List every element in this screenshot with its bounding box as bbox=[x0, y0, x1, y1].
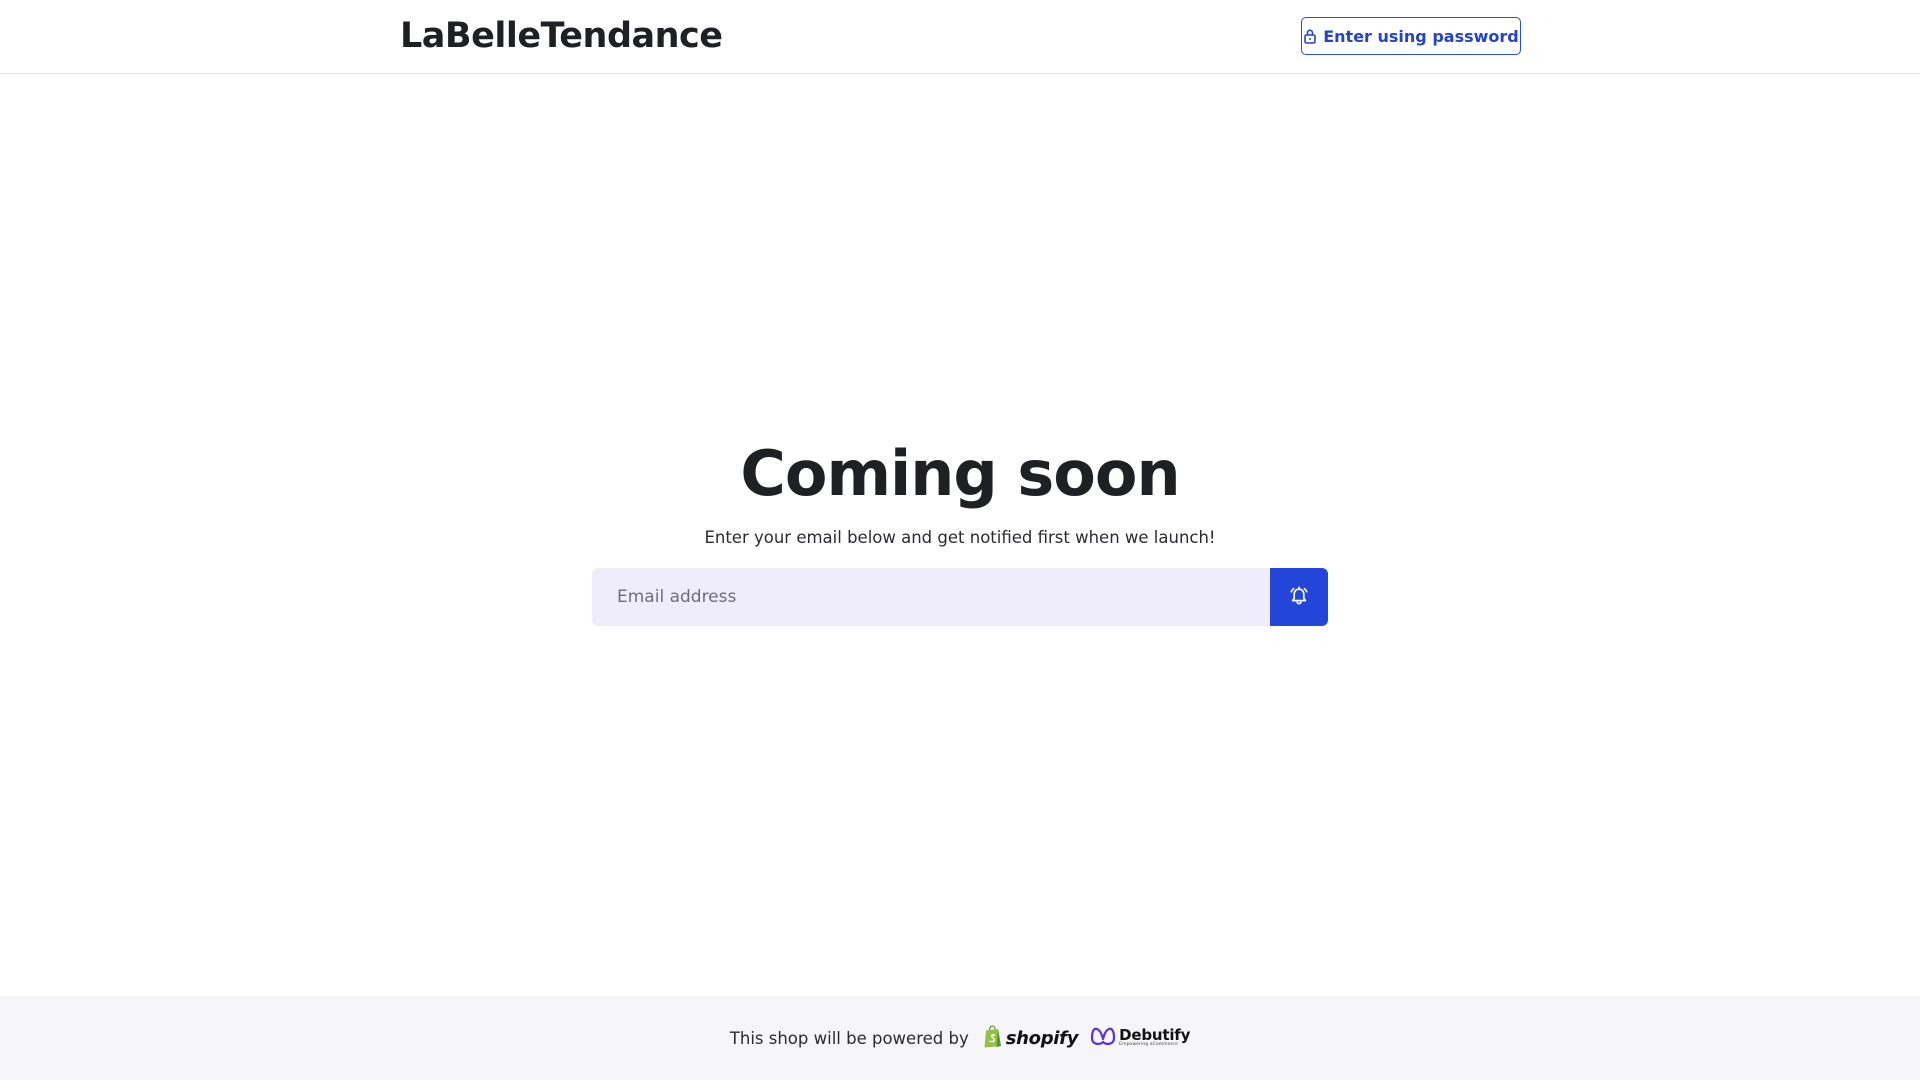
debutify-wordmark: Debutify bbox=[1119, 1026, 1191, 1045]
debutify-butterfly-icon bbox=[1090, 1026, 1116, 1050]
enter-using-password-label: Enter using password bbox=[1323, 26, 1519, 46]
email-input[interactable] bbox=[592, 568, 1270, 626]
debutify-tagline: Empowering eCommerce bbox=[1119, 1042, 1178, 1048]
powered-by-text: This shop will be powered by bbox=[729, 1028, 969, 1048]
shopify-wordmark: shopify bbox=[1005, 1027, 1079, 1049]
main-content: Coming soon Enter your email below and g… bbox=[0, 75, 1920, 996]
notify-me-button[interactable] bbox=[1270, 568, 1328, 626]
page: LaBelleTendance Enter using password Com… bbox=[0, 0, 1920, 1080]
lock-icon bbox=[1303, 28, 1317, 44]
shopify-logo[interactable]: shopify bbox=[983, 1024, 1079, 1052]
enter-using-password-button[interactable]: Enter using password bbox=[1301, 17, 1521, 55]
bell-icon bbox=[1288, 585, 1310, 610]
page-subtitle: Enter your email below and get notified … bbox=[704, 528, 1216, 547]
footer: This shop will be powered by shopify Deb… bbox=[0, 996, 1920, 1080]
page-title: Coming soon bbox=[740, 437, 1180, 510]
shopify-bag-icon bbox=[983, 1024, 1003, 1052]
email-signup-form bbox=[592, 568, 1328, 626]
debutify-text: Debutify Empowering eCommerce bbox=[1119, 1028, 1190, 1048]
header: LaBelleTendance Enter using password bbox=[0, 0, 1920, 74]
debutify-logo[interactable]: Debutify Empowering eCommerce bbox=[1090, 1026, 1190, 1050]
store-name: LaBelleTendance bbox=[400, 16, 723, 56]
